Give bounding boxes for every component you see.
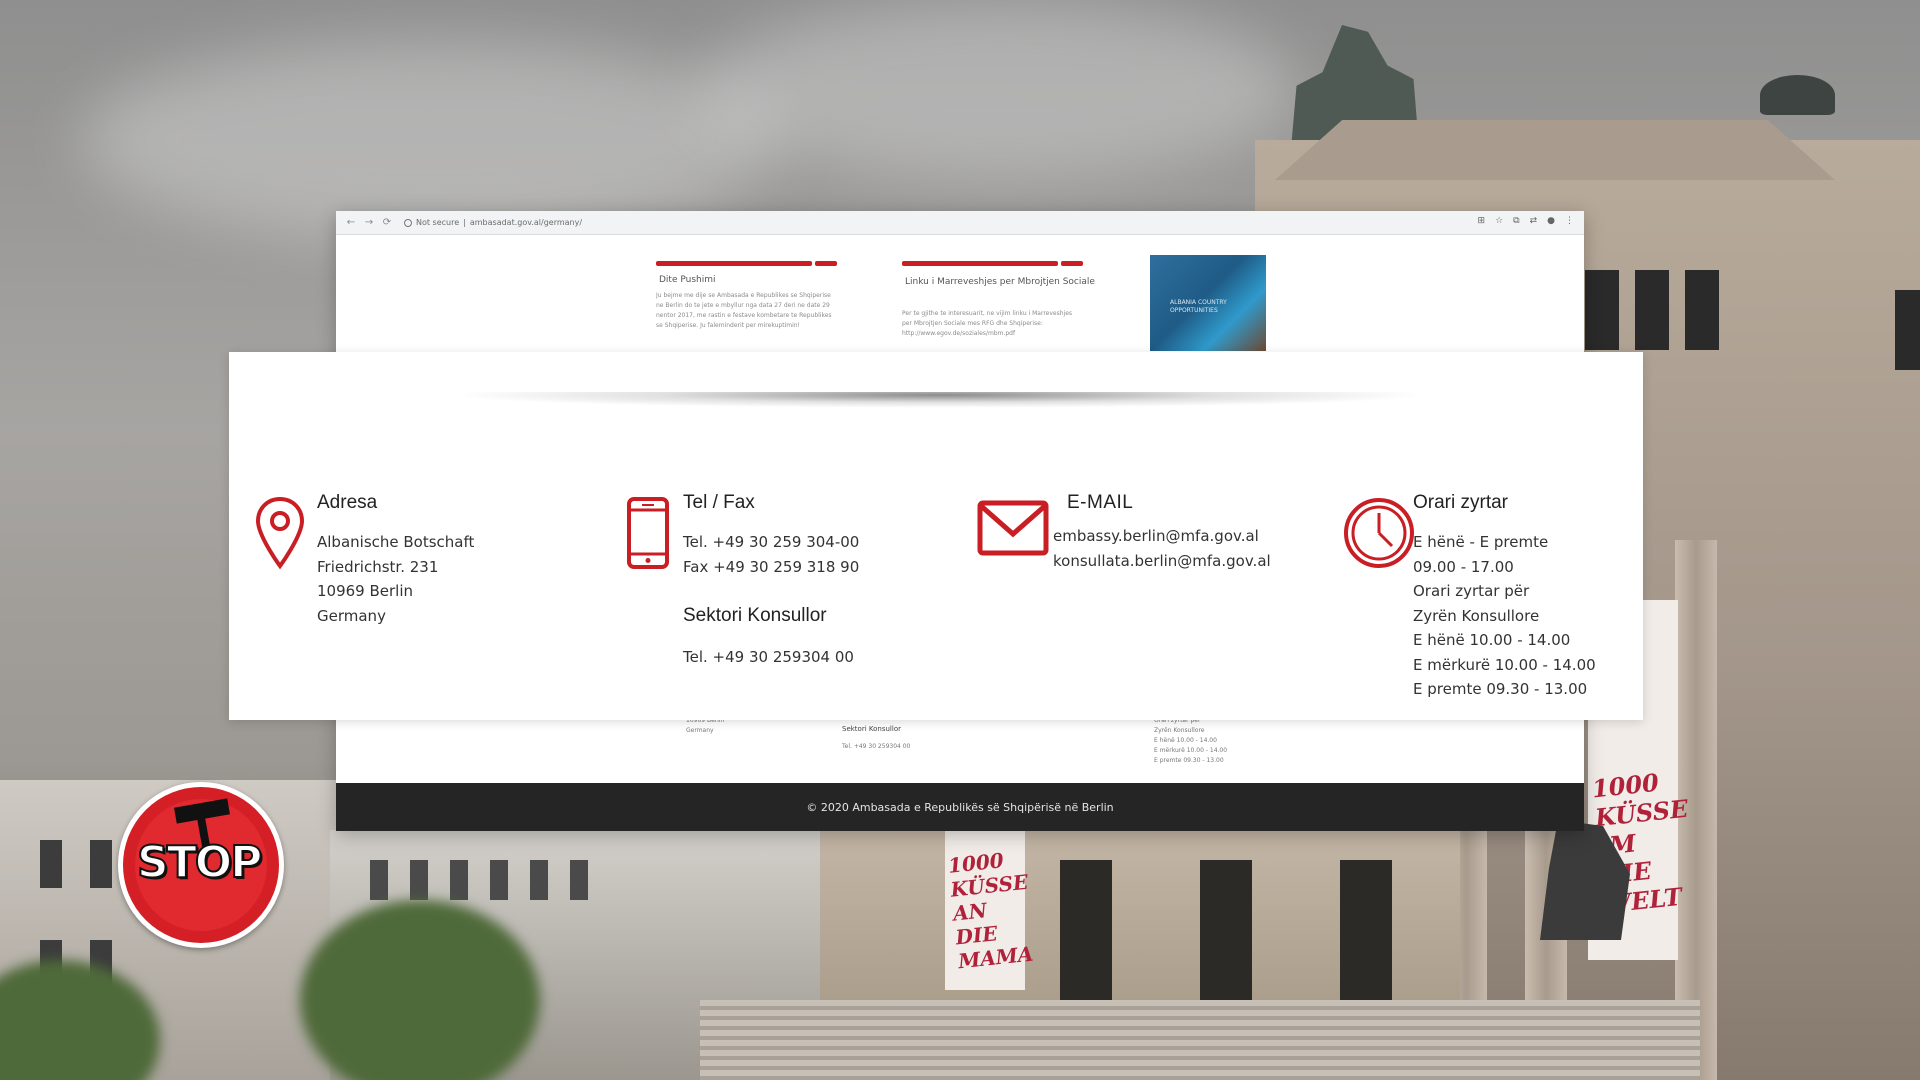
tel-line[interactable]: Tel. +49 30 259 304-00: [683, 530, 859, 555]
menu-icon[interactable]: ⋮: [1565, 216, 1574, 226]
back-icon[interactable]: ←: [342, 217, 360, 228]
email-column: E-MAIL embassy.berlin@mfa.gov.al konsull…: [1053, 492, 1271, 573]
clock-icon: [1344, 498, 1414, 568]
email-title: E-MAIL: [1067, 492, 1134, 513]
bookmark-star-icon[interactable]: ☆: [1495, 216, 1503, 226]
email-link[interactable]: embassy.berlin@mfa.gov.al: [1053, 524, 1271, 549]
address-title: Adresa: [317, 492, 378, 513]
location-pin-icon: [255, 496, 305, 570]
news-title-1[interactable]: Dite Pushimi: [659, 275, 716, 285]
url-field[interactable]: Not secure | ambasadat.gov.al/germany/: [404, 218, 582, 227]
phone-icon: [627, 497, 669, 569]
hours-title: Orari zyrtar: [1413, 492, 1508, 513]
news-bar-1: [656, 261, 812, 266]
url-text: ambasadat.gov.al/germany/: [469, 218, 583, 227]
rooftop-dish: [1760, 75, 1835, 115]
browser-toolbar: ⊞ ☆ ⧉ ⇄ ● ⋮: [1478, 216, 1574, 226]
address-line: Germany: [317, 606, 386, 625]
consular-section-title: Sektori Konsullor: [683, 605, 827, 626]
profile-icon[interactable]: ●: [1547, 216, 1555, 226]
extension-icon[interactable]: ⧉: [1513, 216, 1519, 226]
translate-icon[interactable]: ⊞: [1478, 216, 1486, 226]
address-bar: ← → ⟳ Not secure | ambasadat.gov.al/germ…: [336, 211, 1584, 235]
banner-text: 1000 KÜSSE AN DIE MAMA: [946, 848, 1035, 974]
mini-consular: Sektori Konsullor Tel. +49 30 259304 00: [842, 725, 911, 750]
stairs: [700, 1000, 1700, 1080]
email-link[interactable]: konsullata.berlin@mfa.gov.al: [1053, 549, 1271, 574]
forward-icon[interactable]: →: [360, 217, 378, 228]
stop-logo: STOP: [118, 782, 284, 948]
hours-line: E premte 09.30 - 13.00: [1413, 680, 1588, 698]
address-line: 10969 Berlin: [317, 582, 414, 600]
logo-text: STOP: [136, 836, 263, 889]
banner-left: 1000 KÜSSE AN DIE MAMA: [945, 830, 1034, 990]
address-column: Adresa Albanische Botschaft Friedrichstr…: [317, 492, 474, 628]
consular-tel-line[interactable]: Tel. +49 30 259304 00: [683, 645, 859, 670]
hours-line: E hënë - E premte: [1413, 533, 1549, 551]
mini-hours: Orari zyrtar për Zyrën Konsullore E hënë…: [1154, 717, 1228, 764]
hours-line: E mërkurë 10.00 - 14.00: [1413, 655, 1596, 674]
sync-icon[interactable]: ⇄: [1530, 216, 1538, 226]
news-bar-2: [902, 261, 1058, 266]
news-title-2[interactable]: Linku i Marreveshjes per Mbrojtjen Socia…: [905, 275, 1095, 289]
contact-card: Adresa Albanische Botschaft Friedrichstr…: [229, 352, 1643, 720]
news-text-1: Ju bejme me dije se Ambasada e Republike…: [656, 292, 832, 329]
albania-opportunities-thumbnail[interactable]: ALBANIA COUNTRY OPPORTUNITIES: [1150, 255, 1266, 351]
phone-column: Tel / Fax Tel. +49 30 259 304-00 Fax +49…: [683, 492, 859, 670]
phone-title: Tel / Fax: [683, 492, 755, 513]
info-icon[interactable]: [404, 218, 412, 227]
hours-column: Orari zyrtar E hënë - E premte 09.00 - 1…: [1413, 492, 1596, 702]
hours-line: E hënë 10.00 - 14.00: [1413, 631, 1571, 649]
not-secure-label: Not secure: [416, 218, 460, 227]
envelope-icon: [977, 500, 1049, 556]
reload-icon[interactable]: ⟳: [378, 217, 396, 228]
thumb-caption: ALBANIA COUNTRY OPPORTUNITIES: [1170, 299, 1227, 314]
fax-line: Fax +49 30 259 318 90: [683, 557, 860, 576]
site-footer: © 2020 Ambasada e Republikës së Shqipëri…: [336, 783, 1584, 831]
footer-copyright: © 2020 Ambasada e Republikës së Shqipëri…: [806, 800, 1114, 814]
hours-line: 09.00 - 17.00: [1413, 557, 1514, 576]
hours-line: Orari zyrtar për: [1413, 582, 1530, 600]
news-text-2: Per te gjithe te interesuarit, ne vijim …: [902, 310, 1073, 337]
address-line: Friedrichstr. 231: [317, 557, 439, 576]
hours-line: Zyrën Konsullore: [1413, 606, 1540, 625]
address-line: Albanische Botschaft: [317, 533, 475, 551]
